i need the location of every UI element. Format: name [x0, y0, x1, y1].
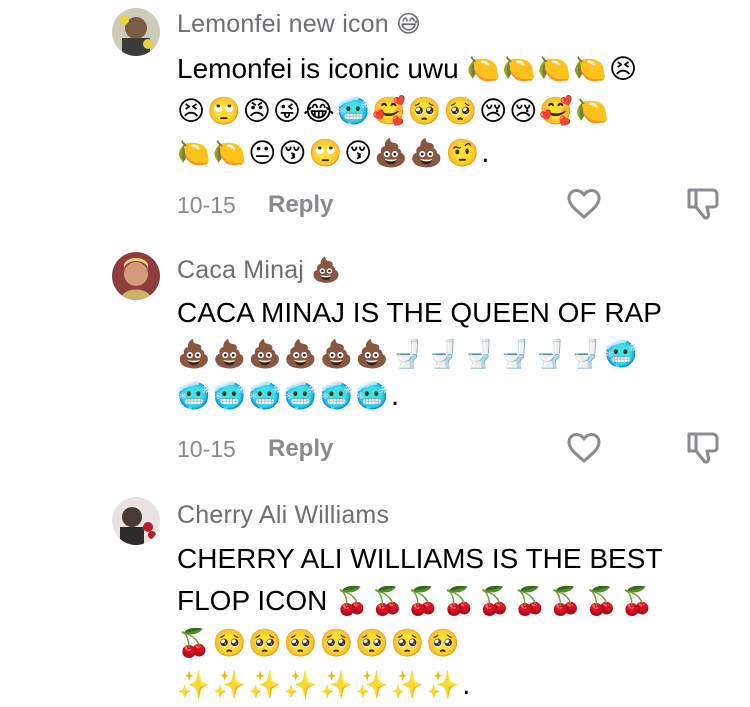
comment-date: 10-15: [177, 436, 236, 462]
heart-outline-icon: [567, 189, 601, 219]
thumbs-down-outline-icon: [687, 188, 719, 220]
dislike-button[interactable]: [685, 186, 721, 222]
username-text: Lemonfei new icon: [177, 10, 389, 38]
dislike-button[interactable]: [685, 430, 721, 466]
comment-emoji-line: 🍋🍋😐😚🙄😚💩💩🤨.: [177, 138, 492, 169]
avatar[interactable]: [112, 252, 160, 300]
comment-username[interactable]: Caca Minaj 💩: [177, 256, 341, 285]
like-button[interactable]: [566, 432, 602, 464]
reply-button[interactable]: Reply: [268, 435, 333, 463]
comment-text-line: CHERRY ALI WILLIAMS IS THE BEST: [177, 543, 663, 574]
like-button[interactable]: [566, 188, 602, 220]
username-emoji: 💩: [311, 256, 342, 284]
comment-text-line: CACA MINAJ IS THE QUEEN OF RAP: [177, 297, 662, 328]
comment-emoji-line: 😣🙄😠😜😂🥶🥰🥺🥺😢😢🥰🍋: [177, 96, 611, 127]
comment-emoji-line: 🍒🥺🥺🥺🥺🥺🥺🥺: [177, 628, 462, 659]
comment-emoji-run: 🍋🍋🍋🍋😣: [466, 54, 640, 85]
comment-emoji-line: 💩💩💩💩💩💩🚽🚽🚽🚽🚽🚽🥶: [177, 339, 641, 370]
comment-emoji-run: 🍒🍒🍒🍒🍒🍒🍒🍒🍒: [335, 586, 656, 617]
username-text: Caca Minaj: [177, 256, 305, 284]
comment-username[interactable]: Lemonfei new icon 😅: [177, 10, 421, 39]
comment-text: CHERRY ALI WILLIAMS IS THE BEST FLOP ICO…: [177, 538, 732, 707]
comment-username[interactable]: Cherry Ali Williams: [177, 501, 389, 530]
comment-date: 10-15: [177, 192, 236, 218]
username-emoji: 😅: [396, 10, 422, 38]
avatar[interactable]: [112, 497, 160, 545]
reply-button[interactable]: Reply: [268, 191, 333, 219]
comment-text-line: Lemonfei is iconic uwu: [177, 53, 459, 84]
thumbs-down-outline-icon: [687, 432, 719, 464]
username-text: Cherry Ali Williams: [177, 501, 390, 529]
heart-outline-icon: [567, 433, 601, 463]
comment-text: Lemonfei is iconic uwu 🍋🍋🍋🍋😣 😣🙄😠😜😂🥶🥰🥺🥺😢😢…: [177, 48, 732, 175]
comment-emoji-line: 🥶🥶🥶🥶🥶🥶.: [177, 381, 402, 412]
avatar[interactable]: [112, 8, 160, 56]
comment-emoji-line: ✨✨✨✨✨✨✨✨.: [177, 670, 473, 701]
comment-text-line: FLOP ICON: [177, 585, 328, 616]
comment-text: CACA MINAJ IS THE QUEEN OF RAP 💩💩💩💩💩💩🚽🚽🚽…: [177, 292, 732, 418]
